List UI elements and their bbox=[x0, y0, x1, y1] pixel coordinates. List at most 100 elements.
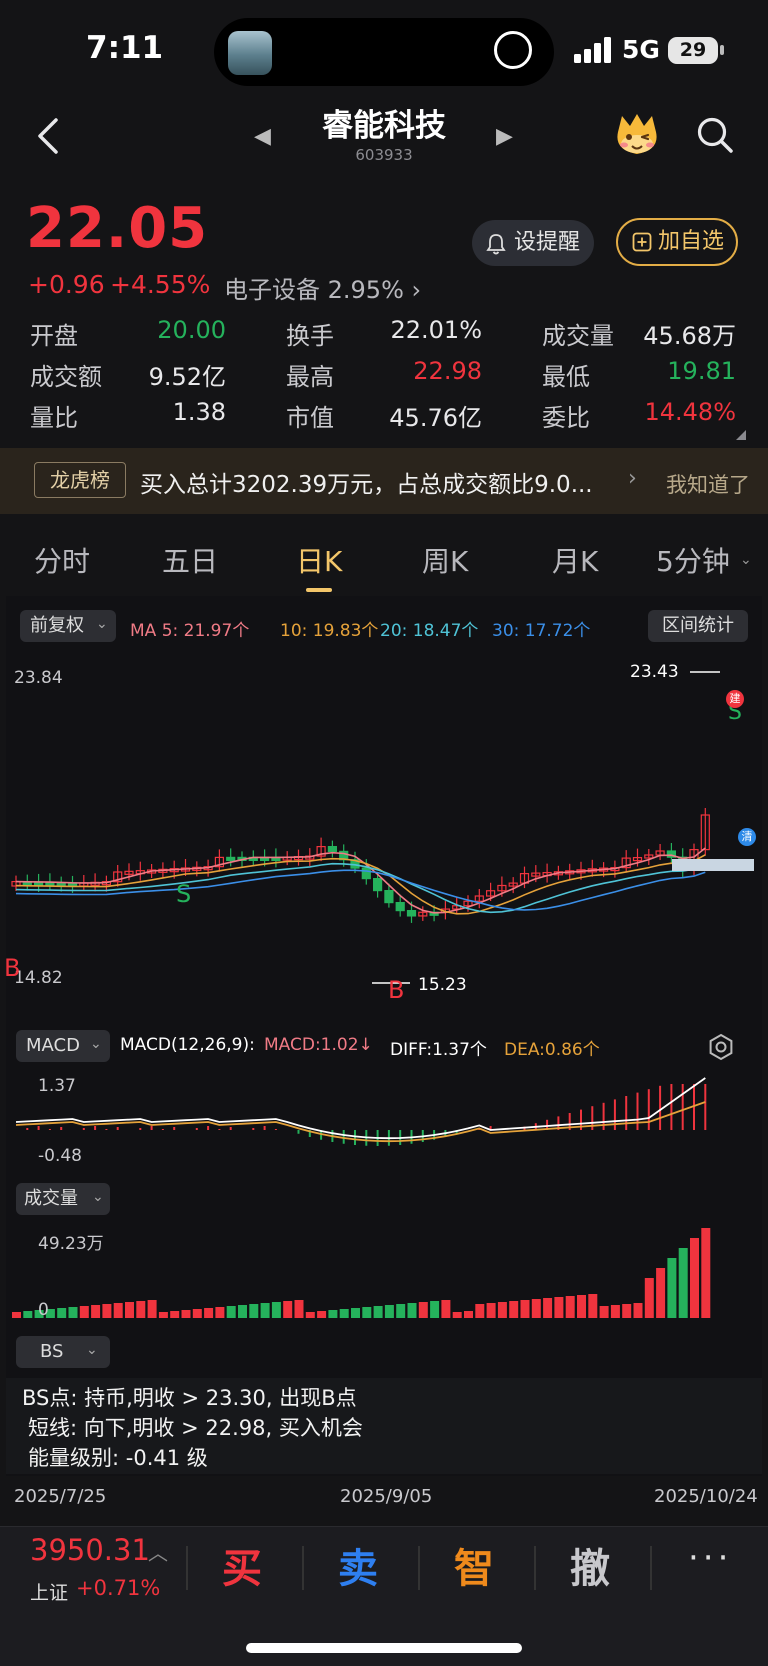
index-value[interactable]: 3950.31 bbox=[30, 1533, 150, 1567]
sell-button[interactable]: 卖 bbox=[338, 1536, 378, 1594]
prev-stock-icon[interactable]: ◀ bbox=[254, 124, 271, 149]
ma30-value: 30: 17.72个 bbox=[492, 621, 591, 641]
volume-bar bbox=[181, 1310, 191, 1318]
range-stats-button[interactable]: 区间统计 bbox=[648, 610, 748, 642]
bell-icon bbox=[486, 234, 506, 255]
index-name: 上证 bbox=[30, 1582, 69, 1604]
set-alert-button[interactable]: 设提醒 bbox=[472, 220, 594, 266]
candle bbox=[327, 846, 337, 853]
stat-label: 成交量 bbox=[542, 322, 614, 350]
volume-bar bbox=[678, 1248, 688, 1318]
volume-chart[interactable] bbox=[0, 1222, 768, 1326]
chevron-down-icon: ⌄ bbox=[92, 1189, 104, 1205]
stat-label: 开盘 bbox=[30, 322, 78, 350]
smart-button[interactable]: 智 bbox=[454, 1536, 494, 1594]
volume-axis-bottom: 0 bbox=[38, 1300, 49, 1320]
add-watchlist-button[interactable]: 加自选 bbox=[616, 218, 738, 266]
macd-chart[interactable] bbox=[0, 1070, 768, 1170]
volume-dropdown[interactable]: 成交量 ⌄ bbox=[16, 1183, 110, 1215]
more-button[interactable]: ··· bbox=[688, 1538, 732, 1578]
volume-bar bbox=[452, 1312, 462, 1318]
add-watchlist-label: 加自选 bbox=[658, 229, 725, 254]
volume-bar bbox=[271, 1302, 281, 1318]
volume-bar bbox=[12, 1312, 21, 1318]
candle bbox=[361, 867, 371, 880]
active-tab-indicator bbox=[306, 588, 332, 592]
plus-square-icon bbox=[632, 232, 652, 252]
mascot-icon[interactable] bbox=[612, 112, 662, 158]
tab-five-day[interactable]: 五日 bbox=[162, 540, 218, 580]
signal-icon bbox=[574, 37, 611, 63]
date-end: 2025/10/24 bbox=[654, 1486, 758, 1507]
chevron-down-icon[interactable]: ⌄ bbox=[740, 552, 752, 568]
sell-signal-marker: S bbox=[176, 880, 192, 908]
chevron-down-icon: ⌄ bbox=[96, 616, 108, 632]
stat-label: 最低 bbox=[542, 363, 590, 391]
volume-bar bbox=[610, 1305, 620, 1318]
stat-value: 9.52亿 bbox=[148, 363, 226, 391]
tab-daily-k[interactable]: 日K bbox=[296, 540, 342, 580]
expand-corner-icon[interactable] bbox=[736, 430, 746, 440]
sector-link[interactable]: 电子设备 2.95% › bbox=[224, 270, 421, 305]
candle bbox=[406, 910, 417, 917]
volume-bar bbox=[622, 1304, 632, 1318]
volume-bar bbox=[701, 1228, 711, 1318]
stock-code: 603933 bbox=[355, 146, 413, 164]
volume-bar bbox=[407, 1303, 417, 1318]
set-alert-label: 设提醒 bbox=[514, 230, 581, 255]
volume-bar bbox=[644, 1278, 654, 1318]
macd-dropdown[interactable]: MACD ⌄ bbox=[16, 1030, 110, 1062]
stat-label: 最高 bbox=[286, 363, 334, 391]
banner-dismiss-button[interactable]: 我知道了 bbox=[666, 469, 750, 499]
divider bbox=[302, 1546, 304, 1590]
cancel-order-button[interactable]: 撤 bbox=[570, 1536, 610, 1594]
next-stock-icon[interactable]: ▶ bbox=[496, 124, 513, 149]
volume-bar bbox=[294, 1300, 304, 1318]
battery-nub bbox=[720, 45, 724, 55]
banner-text[interactable]: 买入总计3202.39万元，占总成交额比9.0... bbox=[140, 465, 593, 499]
chevron-down-icon: ⌄ bbox=[86, 1342, 98, 1358]
volume-bar bbox=[633, 1303, 643, 1318]
stat-value: 45.68万 bbox=[643, 322, 736, 350]
tab-intraday[interactable]: 分时 bbox=[34, 540, 90, 580]
bs-dropdown[interactable]: BS ⌄ bbox=[16, 1336, 110, 1368]
home-indicator bbox=[246, 1643, 522, 1653]
macd-axis-top: 1.37 bbox=[38, 1076, 76, 1096]
battery-icon: 29 bbox=[668, 37, 718, 64]
clear-position-marker: 清 bbox=[738, 828, 756, 846]
search-icon[interactable] bbox=[696, 116, 734, 154]
settings-icon[interactable] bbox=[706, 1032, 736, 1062]
volume-bar bbox=[430, 1301, 440, 1318]
buy-button[interactable]: 买 bbox=[222, 1536, 262, 1594]
volume-bar bbox=[305, 1312, 315, 1318]
candle bbox=[373, 878, 383, 892]
back-icon[interactable] bbox=[34, 116, 64, 156]
stat-label: 成交额 bbox=[30, 363, 102, 391]
stat-label: 委比 bbox=[542, 404, 590, 432]
caret-up-icon[interactable]: ︿ bbox=[148, 1537, 168, 1566]
macd-axis-bottom: -0.48 bbox=[38, 1146, 82, 1166]
tab-5min[interactable]: 5分钟 bbox=[656, 540, 730, 580]
stat-value: 22.01% bbox=[390, 316, 482, 344]
adjust-dropdown[interactable]: 前复权 ⌄ bbox=[20, 610, 116, 642]
volume-bar bbox=[260, 1303, 270, 1318]
volume-bar bbox=[136, 1301, 146, 1318]
volume-bar bbox=[588, 1294, 598, 1318]
diff-line bbox=[15, 1077, 706, 1140]
chevron-right-icon[interactable]: › bbox=[628, 466, 637, 491]
volume-bar bbox=[520, 1300, 530, 1318]
volume-bar bbox=[497, 1302, 507, 1318]
volume-bar bbox=[192, 1309, 202, 1318]
divider bbox=[534, 1546, 536, 1590]
volume-bar bbox=[102, 1304, 112, 1318]
kline-candles[interactable] bbox=[0, 650, 768, 1020]
adjust-label: 前复权 bbox=[30, 615, 84, 636]
bs-line: 短线: 向下,明收 > 22.98, 买入机会 bbox=[28, 1416, 363, 1440]
price-axis-bottom: 14.82 bbox=[14, 968, 63, 988]
current-price: 22.05 bbox=[26, 196, 209, 261]
tab-weekly-k[interactable]: 周K bbox=[422, 540, 468, 580]
tab-monthly-k[interactable]: 月K bbox=[552, 540, 598, 580]
index-change: +0.71% bbox=[76, 1576, 161, 1600]
volume-bar bbox=[531, 1299, 541, 1318]
now-playing-thumbnail[interactable] bbox=[228, 31, 272, 75]
